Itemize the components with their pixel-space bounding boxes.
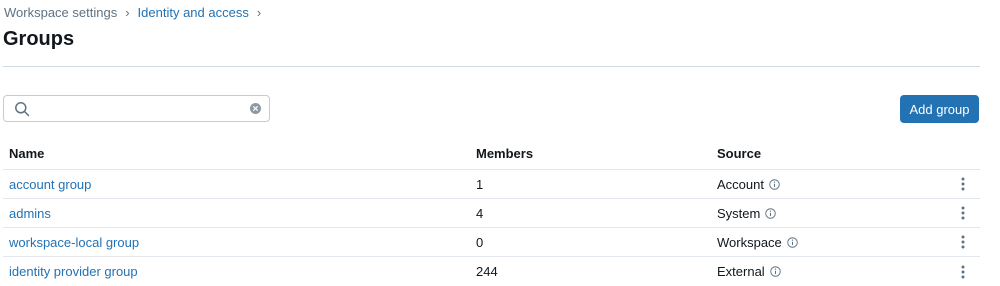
source-label: Account bbox=[717, 176, 764, 192]
source-cell: Workspace bbox=[714, 235, 946, 250]
breadcrumb-separator: › bbox=[125, 4, 130, 20]
group-name-link[interactable]: workspace-local group bbox=[9, 235, 139, 250]
source-cell: Account bbox=[714, 177, 946, 192]
breadcrumb-identity-and-access[interactable]: Identity and access bbox=[138, 5, 249, 20]
groups-table: Name Members Source account group 1 Acco… bbox=[3, 138, 980, 286]
page-title: Groups bbox=[3, 28, 75, 50]
search-field[interactable] bbox=[3, 95, 270, 122]
source-cell: External bbox=[714, 264, 946, 279]
search-icon bbox=[15, 102, 30, 117]
column-header-source: Source bbox=[717, 146, 762, 161]
info-icon[interactable] bbox=[769, 266, 781, 277]
group-name-link[interactable]: admins bbox=[9, 206, 51, 221]
info-icon[interactable] bbox=[765, 207, 777, 219]
add-group-button[interactable]: Add group bbox=[900, 95, 979, 123]
clear-icon[interactable] bbox=[250, 103, 261, 114]
table-header: Name Members Source bbox=[3, 138, 980, 170]
table-row: workspace-local group 0 Workspace bbox=[3, 228, 980, 257]
table-row: admins 4 System bbox=[3, 199, 980, 228]
breadcrumb-workspace-settings[interactable]: Workspace settings bbox=[4, 5, 117, 20]
source-cell: System bbox=[714, 206, 946, 221]
kebab-menu-icon[interactable] bbox=[961, 265, 965, 279]
kebab-menu-icon[interactable] bbox=[961, 235, 965, 249]
members-count: 4 bbox=[476, 205, 484, 221]
group-name-link[interactable]: account group bbox=[9, 177, 91, 192]
source-label: External bbox=[717, 264, 765, 279]
info-icon[interactable] bbox=[769, 178, 780, 190]
kebab-menu-icon[interactable] bbox=[961, 177, 965, 191]
group-name-link[interactable]: identity provider group bbox=[9, 264, 138, 279]
table-row: account group 1 Account bbox=[3, 170, 980, 199]
header-divider bbox=[3, 66, 980, 67]
column-header-name: Name bbox=[9, 146, 45, 161]
column-header-members: Members bbox=[476, 146, 534, 161]
breadcrumb: Workspace settings › Identity and access… bbox=[4, 4, 269, 20]
source-label: Workspace bbox=[717, 234, 782, 250]
source-label: System bbox=[717, 205, 761, 221]
kebab-menu-icon[interactable] bbox=[961, 206, 965, 220]
info-icon[interactable] bbox=[787, 236, 798, 248]
members-count: 1 bbox=[476, 176, 484, 192]
members-count: 0 bbox=[476, 234, 484, 250]
table-row: identity provider group 244 External bbox=[3, 257, 980, 286]
breadcrumb-separator: › bbox=[256, 4, 262, 20]
search-input[interactable] bbox=[36, 99, 236, 118]
members-count: 244 bbox=[476, 264, 498, 279]
